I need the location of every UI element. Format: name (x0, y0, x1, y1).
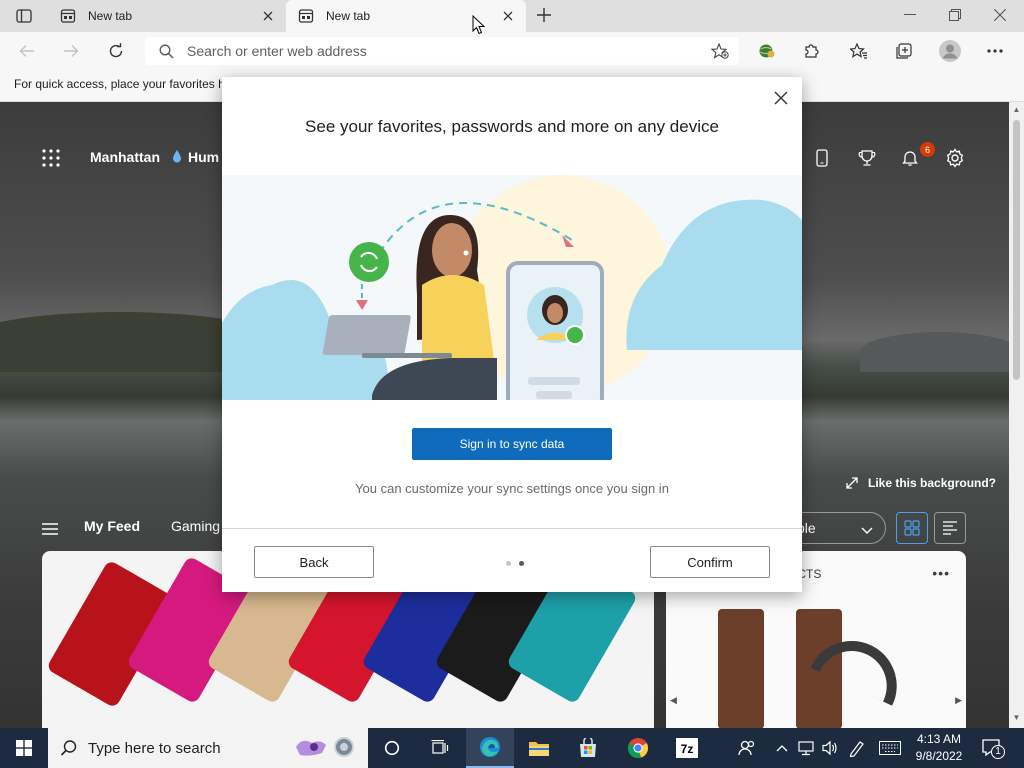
feed-tab-my-feed[interactable]: My Feed (84, 518, 140, 534)
taskbar-search-placeholder: Type here to search (88, 739, 221, 757)
humidity-drop-icon (172, 149, 182, 166)
rewards-trophy-icon[interactable] (855, 146, 879, 170)
windows-taskbar: Type here to search 7z 4:13 AM 9/8/2022 … (0, 728, 1024, 768)
pen-workspace-icon[interactable] (847, 738, 867, 758)
volume-icon[interactable] (820, 738, 840, 758)
notifications-bell-icon[interactable] (898, 146, 922, 170)
list-view-icon (943, 521, 957, 535)
cortana-icon[interactable] (368, 728, 416, 768)
action-center-icon[interactable]: 1 (982, 738, 1006, 760)
search-icon (60, 739, 78, 757)
notification-count-badge: 6 (920, 142, 935, 157)
chevron-down-icon (861, 522, 873, 538)
back-arrow-icon[interactable] (16, 40, 38, 62)
taskbar-search-box[interactable]: Type here to search (48, 728, 368, 768)
sync-illustration (222, 175, 802, 400)
clock-date: 9/8/2022 (915, 749, 963, 763)
close-tab-icon[interactable] (500, 8, 516, 24)
touch-keyboard-icon[interactable] (878, 738, 902, 758)
extensions-puzzle-icon[interactable] (800, 40, 822, 62)
carousel-prev-icon[interactable]: ◀ (670, 695, 677, 706)
extension-globe-icon[interactable] (756, 40, 778, 62)
tab-new-tab-1[interactable]: New tab (48, 0, 286, 32)
hamburger-menu-icon[interactable] (42, 523, 58, 535)
step-indicator (506, 561, 524, 566)
7zip-icon[interactable]: 7z (663, 728, 711, 768)
restore-icon[interactable] (940, 4, 970, 26)
expand-icon (846, 477, 858, 489)
edge-browser-icon[interactable] (466, 728, 514, 768)
weather-humidity-label: Hum (188, 149, 220, 165)
sync-settings-note: You can customize your sync settings onc… (355, 481, 669, 496)
sync-dialog: See your favorites, passwords and more o… (222, 77, 802, 592)
clock-time: 4:13 AM (916, 732, 962, 746)
search-icon (159, 43, 175, 59)
tab-new-tab-2[interactable]: New tab (286, 0, 526, 32)
taskbar-clock[interactable]: 4:13 AM 9/8/2022 (910, 731, 968, 765)
dialog-title: See your favorites, passwords and more o… (305, 117, 719, 136)
minimize-icon[interactable] (895, 4, 925, 26)
search-highlight-image (292, 733, 362, 763)
scroll-down-arrow-icon[interactable]: ▼ (1012, 714, 1021, 722)
svg-text:7z: 7z (681, 742, 694, 756)
address-bar[interactable]: Search or enter web address (145, 37, 739, 65)
show-hidden-icons-chevron-icon[interactable] (772, 738, 792, 758)
step-dot-1 (506, 561, 511, 566)
grid-view-icon (904, 520, 920, 536)
tab-label: New tab (88, 9, 133, 23)
page-settings-gear-icon[interactable] (943, 146, 967, 170)
background-hill (860, 332, 1009, 372)
tab-strip: New tab New tab (0, 0, 1024, 32)
file-explorer-icon[interactable] (515, 728, 563, 768)
windows-logo-icon (16, 740, 32, 756)
close-tab-icon[interactable] (260, 8, 276, 24)
start-button[interactable] (0, 728, 48, 768)
like-background-link[interactable]: Like this background? (846, 474, 996, 492)
phone-icon[interactable] (810, 146, 834, 170)
network-icon[interactable] (796, 738, 816, 758)
mouse-cursor-icon (472, 14, 486, 35)
profile-avatar-icon[interactable] (939, 40, 961, 62)
dialog-footer: Back Confirm (222, 528, 802, 592)
scroll-up-arrow-icon[interactable]: ▲ (1012, 106, 1021, 114)
like-background-label: Like this background? (868, 476, 997, 490)
apps-launcher-icon[interactable] (42, 149, 60, 167)
list-view-button[interactable] (934, 512, 966, 544)
grid-view-button[interactable] (896, 512, 928, 544)
step-dot-2 (519, 561, 524, 566)
close-dialog-icon[interactable] (772, 89, 790, 107)
task-view-icon[interactable] (416, 728, 464, 768)
page-scrollbar[interactable]: ▲ ▼ (1009, 102, 1024, 728)
close-window-icon[interactable] (985, 4, 1015, 26)
back-button[interactable]: Back (254, 546, 374, 578)
new-tab-page-icon (298, 8, 314, 24)
people-icon[interactable] (737, 738, 757, 758)
refresh-icon[interactable] (105, 40, 127, 62)
tab-label: New tab (326, 9, 371, 23)
sign-in-sync-button[interactable]: Sign in to sync data (412, 428, 612, 460)
favorites-icon[interactable] (848, 40, 870, 62)
tab-actions-icon[interactable] (8, 6, 40, 26)
new-tab-button[interactable] (534, 5, 554, 25)
collections-icon[interactable] (893, 40, 915, 62)
carousel-next-icon[interactable]: ▶ (955, 695, 962, 706)
product-image (718, 609, 764, 728)
add-favorite-star-icon[interactable] (710, 42, 729, 59)
favorites-bar-hint: For quick access, place your favorites h (14, 77, 225, 91)
microsoft-store-icon[interactable] (564, 728, 612, 768)
forward-arrow-icon[interactable] (60, 40, 82, 62)
feed-tab-gaming[interactable]: Gaming (171, 518, 220, 534)
new-tab-page-icon (60, 8, 76, 24)
action-center-count: 1 (995, 746, 1001, 757)
weather-humidity[interactable]: Hum (172, 142, 219, 172)
more-options-icon[interactable]: ••• (932, 565, 950, 581)
scrollbar-thumb[interactable] (1013, 120, 1020, 380)
settings-more-icon[interactable] (984, 40, 1006, 62)
confirm-button[interactable]: Confirm (650, 546, 770, 578)
chrome-icon[interactable] (614, 728, 662, 768)
browser-toolbar: Search or enter web address (0, 32, 1024, 70)
weather-location[interactable]: Manhattan (90, 142, 160, 172)
address-input[interactable]: Search or enter web address (187, 43, 367, 59)
